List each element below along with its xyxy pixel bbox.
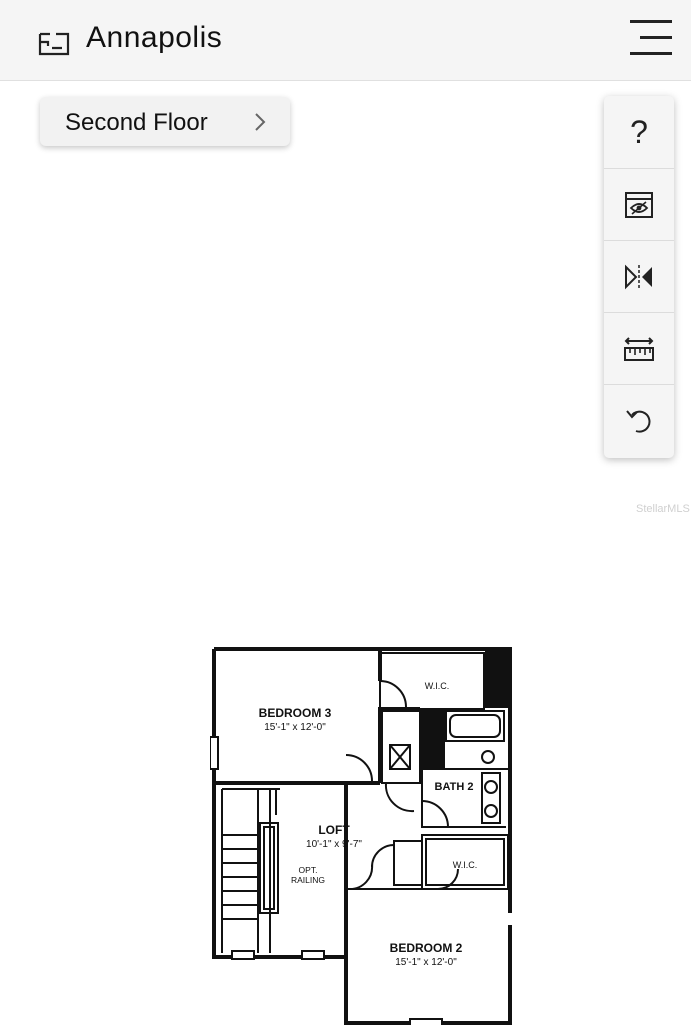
bedroom3-label: BEDROOM 3 [259,706,332,720]
wic-bottom-label: W.I.C. [453,860,478,870]
bedroom3-dims: 15'-1" x 12'-0" [264,722,326,733]
help-button[interactable]: ? [604,96,674,168]
hamburger-menu-icon[interactable] [626,18,674,58]
chevron-right-icon [255,113,266,131]
bath2-label: BATH 2 [435,781,474,793]
floorplan-toolbar: ? [604,96,674,458]
opt-railing-line2: RAILING [291,875,325,885]
eye-view-icon [625,192,653,218]
bedroom2-dims: 15'-1" x 12'-0" [395,957,457,968]
ruler-icon [624,337,654,361]
mirror-button[interactable] [604,240,674,313]
floorplan-drawing: BEDROOM 3 15'-1" x 12'-0" W.I.C. BATH 2 … [210,647,512,1025]
floor-selector-button[interactable]: Second Floor [40,97,290,146]
loft-dims: 10'-1" x 9'-7" [306,839,362,850]
view-toggle-button[interactable] [604,168,674,241]
floorplan-icon [38,32,70,56]
wic-top-label: W.I.C. [425,681,450,691]
floor-selector-label: Second Floor [65,109,208,136]
loft-label: LOFT [318,823,350,837]
opt-railing-line1: OPT. [299,865,318,875]
bedroom2-label: BEDROOM 2 [390,941,463,955]
flip-horizontal-icon [625,264,652,290]
measure-button[interactable] [604,312,674,385]
watermark: StellarMLS [636,503,690,515]
question-mark-icon: ? [630,113,648,150]
page-title: Annapolis [86,21,223,54]
reset-button[interactable] [604,384,674,457]
undo-icon [626,410,651,433]
app-header: Annapolis [0,0,691,81]
